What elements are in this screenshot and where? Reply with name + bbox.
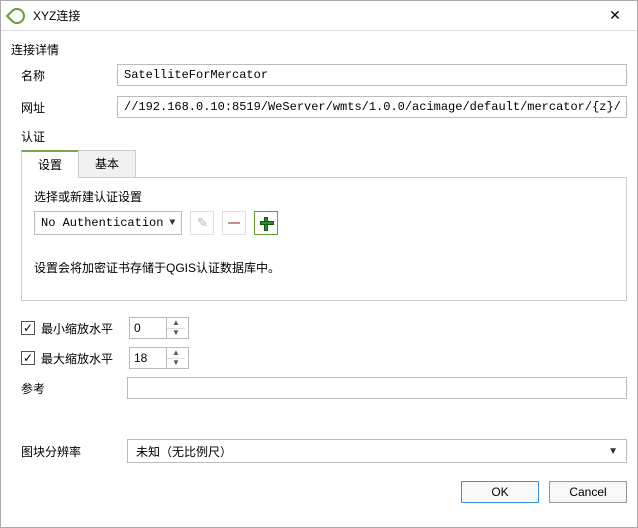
reference-label: 参考 (21, 380, 127, 397)
max-zoom-spinner[interactable]: ▲ ▼ (129, 347, 189, 369)
minus-icon (228, 222, 240, 224)
auth-note: 设置会将加密证书存储于QGIS认证数据库中。 (34, 259, 614, 276)
cancel-button[interactable]: Cancel (549, 481, 627, 503)
row-tile-resolution: 图块分辨率 未知（无比例尺） ▼ (21, 439, 627, 463)
auth-widgets: No Authentication ▼ ✎ (34, 211, 614, 235)
chevron-down-icon: ▼ (608, 446, 618, 457)
min-zoom-checkbox[interactable]: ✓ (21, 321, 35, 335)
min-zoom-spin-buttons[interactable]: ▲ ▼ (166, 318, 185, 338)
max-zoom-input[interactable] (130, 348, 166, 368)
tab-basic[interactable]: 基本 (78, 150, 136, 178)
min-zoom-spinner[interactable]: ▲ ▼ (129, 317, 189, 339)
auth-tabs: 设置 基本 (21, 149, 627, 177)
min-zoom-input[interactable] (130, 318, 166, 338)
tile-resolution-combo[interactable]: 未知（无比例尺） ▼ (127, 439, 627, 463)
max-zoom-label: 最大缩放水平 (41, 350, 129, 367)
chevron-down-icon: ▼ (169, 218, 175, 229)
spin-up-icon[interactable]: ▲ (167, 318, 185, 329)
tile-resolution-value: 未知（无比例尺） (136, 443, 232, 460)
ok-button[interactable]: OK (461, 481, 539, 503)
auth-method-value: No Authentication (41, 216, 163, 230)
auth-tab-body: 选择或新建认证设置 No Authentication ▼ ✎ (21, 177, 627, 301)
name-label: 名称 (21, 67, 117, 84)
titlebar: XYZ连接 ✕ (1, 1, 637, 31)
max-zoom-spin-buttons[interactable]: ▲ ▼ (166, 348, 185, 368)
row-url: 网址 (21, 96, 627, 118)
row-name: 名称 (21, 64, 627, 86)
url-label: 网址 (21, 99, 117, 116)
auth-remove-button (222, 211, 246, 235)
url-input[interactable] (117, 96, 627, 118)
auth-method-combo[interactable]: No Authentication ▼ (34, 211, 182, 235)
auth-edit-button: ✎ (190, 211, 214, 235)
auth-label: 认证 (21, 128, 627, 145)
close-icon: ✕ (609, 7, 621, 24)
min-zoom-label: 最小缩放水平 (41, 320, 129, 337)
reference-input[interactable] (127, 377, 627, 399)
spin-down-icon[interactable]: ▼ (167, 329, 185, 339)
app-icon (6, 4, 29, 27)
dialog-content: 连接详情 名称 网址 认证 设置 基本 选择或新建认证设置 No Authent… (1, 31, 637, 475)
tile-resolution-label: 图块分辨率 (21, 443, 127, 460)
button-bar: OK Cancel (1, 475, 637, 513)
close-button[interactable]: ✕ (601, 2, 629, 30)
spin-down-icon[interactable]: ▼ (167, 359, 185, 369)
row-min-zoom: ✓ 最小缩放水平 ▲ ▼ (21, 317, 627, 339)
auth-add-button[interactable] (254, 211, 278, 235)
auth-panel: 设置 基本 选择或新建认证设置 No Authentication ▼ ✎ (21, 151, 627, 301)
spin-up-icon[interactable]: ▲ (167, 348, 185, 359)
plus-icon (260, 217, 272, 229)
auth-select-label: 选择或新建认证设置 (34, 188, 614, 205)
max-zoom-checkbox[interactable]: ✓ (21, 351, 35, 365)
pencil-icon: ✎ (197, 215, 208, 231)
window-title: XYZ连接 (33, 7, 601, 24)
name-input[interactable] (117, 64, 627, 86)
connection-details-label: 连接详情 (11, 41, 627, 58)
row-reference: 参考 (21, 377, 627, 399)
tab-settings[interactable]: 设置 (21, 150, 79, 178)
row-max-zoom: ✓ 最大缩放水平 ▲ ▼ (21, 347, 627, 369)
